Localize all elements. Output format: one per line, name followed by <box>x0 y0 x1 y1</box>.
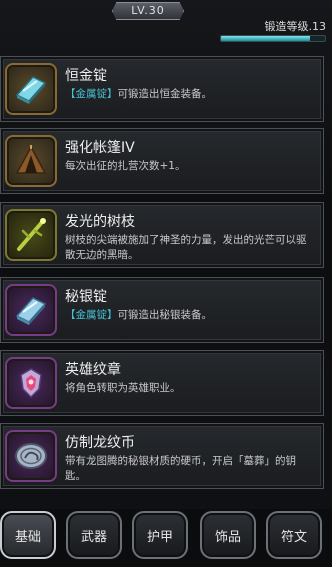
tent-icon <box>15 145 47 174</box>
recipe-card[interactable]: 发光的树枝 树枝的尖端被施加了神圣的力量，发出的光芒可以驱散无边的黑暗。 <box>0 202 324 268</box>
recipe-list[interactable]: 恒金锭 【金属锭】可锻造出恒金装备。 强化帐篷IV 每次出征的扎营次数+1。 发… <box>0 52 332 507</box>
forge-screen: LV.30 锻造等级.13 恒金锭 【金属锭】可锻造出恒金装备。 强化帐篷IV … <box>0 0 332 567</box>
item-description: 【金属锭】可锻造出秘银装备。 <box>65 308 315 323</box>
item-tag: 【金属锭】 <box>65 88 118 100</box>
item-slot <box>5 284 57 336</box>
item-title: 发光的树枝 <box>65 214 135 230</box>
item-desc-text: 每次出征的扎营次数+1。 <box>65 160 186 172</box>
recipe-card[interactable]: 秘银锭 【金属锭】可锻造出秘银装备。 <box>0 277 324 343</box>
header: LV.30 锻造等级.13 <box>0 0 332 52</box>
item-title: 英雄纹章 <box>65 362 121 378</box>
level-badge: LV.30 <box>112 2 184 20</box>
item-tag: 【金属锭】 <box>65 309 118 321</box>
tab-accessory[interactable]: 饰品 <box>200 511 256 559</box>
recipe-card[interactable]: 恒金锭 【金属锭】可锻造出恒金装备。 <box>0 56 324 122</box>
item-desc-text: 树枝的尖端被施加了神圣的力量，发出的光芒可以驱散无边的黑暗。 <box>65 234 307 261</box>
tab-armor[interactable]: 护甲 <box>132 511 188 559</box>
item-title: 仿制龙纹币 <box>65 435 135 451</box>
category-tabs: 基础 武器 护甲 饰品 符文 <box>0 509 332 567</box>
recipe-card[interactable]: 强化帐篷IV 每次出征的扎营次数+1。 <box>0 128 324 194</box>
mithril-ingot-icon <box>15 297 47 325</box>
item-title: 恒金锭 <box>65 68 107 84</box>
item-description: 【金属锭】可锻造出恒金装备。 <box>65 87 315 102</box>
recipe-card[interactable]: 仿制龙纹币 带有龙图腾的秘银材质的硬币，开启「墓葬」的钥匙。 <box>0 423 324 489</box>
item-description: 每次出征的扎营次数+1。 <box>65 159 315 174</box>
item-slot <box>5 209 57 261</box>
forge-level-label: 锻造等级.13 <box>264 20 327 33</box>
tab-weapon[interactable]: 武器 <box>66 511 122 559</box>
forge-exp-fill <box>221 36 311 41</box>
item-slot <box>5 135 57 187</box>
item-title: 秘银锭 <box>65 289 107 305</box>
item-description: 带有龙图腾的秘银材质的硬币，开启「墓葬」的钥匙。 <box>65 454 315 484</box>
item-desc-text: 将角色转职为英雄职业。 <box>65 382 181 394</box>
item-desc-text: 可锻造出秘银装备。 <box>117 309 213 321</box>
recipe-card[interactable]: 英雄纹章 将角色转职为英雄职业。 <box>0 350 324 416</box>
item-desc-text: 可锻造出恒金装备。 <box>117 88 213 100</box>
item-description: 将角色转职为英雄职业。 <box>65 381 315 396</box>
tab-rune[interactable]: 符文 <box>266 511 322 559</box>
item-slot <box>5 63 57 115</box>
item-slot <box>5 430 57 482</box>
hero-crest-icon <box>20 368 42 399</box>
item-slot <box>5 357 57 409</box>
dragon-coin-icon <box>15 443 47 469</box>
forge-exp-bar <box>220 35 326 42</box>
tab-basic[interactable]: 基础 <box>0 511 56 559</box>
item-title: 强化帐篷IV <box>65 140 135 156</box>
blue-ingot-icon <box>15 76 47 104</box>
glowing-branch-icon <box>17 218 46 251</box>
item-description: 树枝的尖端被施加了神圣的力量，发出的光芒可以驱散无边的黑暗。 <box>65 233 315 263</box>
item-desc-text: 带有龙图腾的秘银材质的硬币，开启「墓葬」的钥匙。 <box>65 455 296 482</box>
